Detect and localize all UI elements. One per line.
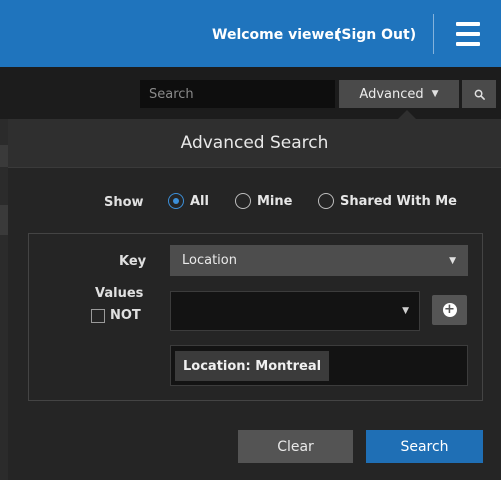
- magnifier-icon: [474, 89, 485, 100]
- plus-circle-icon: +: [442, 302, 457, 317]
- radio-shared-with-me[interactable]: Shared With Me: [318, 193, 457, 209]
- caret-down-icon: ▼: [402, 306, 409, 316]
- values-label: Values: [95, 286, 144, 301]
- background-fragment: [0, 205, 8, 235]
- radio-all[interactable]: All: [168, 193, 209, 209]
- clear-button[interactable]: Clear: [238, 430, 353, 463]
- advanced-dropdown-button[interactable]: Advanced ▼: [339, 80, 459, 108]
- radio-unchecked-icon: [235, 193, 251, 209]
- background-fragment: [0, 145, 8, 167]
- panel-title: Advanced Search: [8, 119, 501, 168]
- advanced-label: Advanced: [359, 86, 424, 102]
- top-bar: Welcome viewer (Sign Out): [0, 0, 501, 67]
- key-select-value: Location: [182, 253, 237, 268]
- radio-mine[interactable]: Mine: [235, 193, 292, 209]
- caret-down-icon: ▼: [449, 256, 456, 266]
- not-label: NOT: [110, 308, 141, 323]
- key-select[interactable]: Location ▼: [170, 245, 468, 276]
- radio-mine-label: Mine: [257, 193, 293, 209]
- sign-out-link[interactable]: (Sign Out): [335, 27, 416, 43]
- add-value-button[interactable]: +: [432, 295, 467, 325]
- not-checkbox[interactable]: NOT: [91, 308, 141, 323]
- hamburger-menu-icon[interactable]: [450, 22, 486, 48]
- show-label: Show: [104, 195, 144, 210]
- values-select[interactable]: ▼: [170, 291, 420, 331]
- radio-unchecked-icon: [318, 193, 334, 209]
- search-button[interactable]: [462, 80, 496, 108]
- radio-shared-label: Shared With Me: [340, 193, 457, 209]
- search-submit-button[interactable]: Search: [366, 430, 483, 463]
- topbar-divider: [433, 14, 434, 54]
- panel-pointer-arrow: [398, 110, 416, 119]
- welcome-text: Welcome viewer: [212, 27, 341, 43]
- key-label: Key: [119, 254, 147, 269]
- search-toolbar: Advanced ▼: [0, 67, 501, 119]
- tag-chip[interactable]: Location: Montreal: [175, 351, 330, 381]
- radio-checked-icon: [168, 193, 184, 209]
- radio-all-label: All: [190, 193, 209, 209]
- caret-down-icon: ▼: [431, 89, 439, 99]
- checkbox-icon: [91, 308, 105, 323]
- search-input[interactable]: [140, 80, 335, 108]
- selected-tags-box: Location: Montreal: [170, 345, 468, 386]
